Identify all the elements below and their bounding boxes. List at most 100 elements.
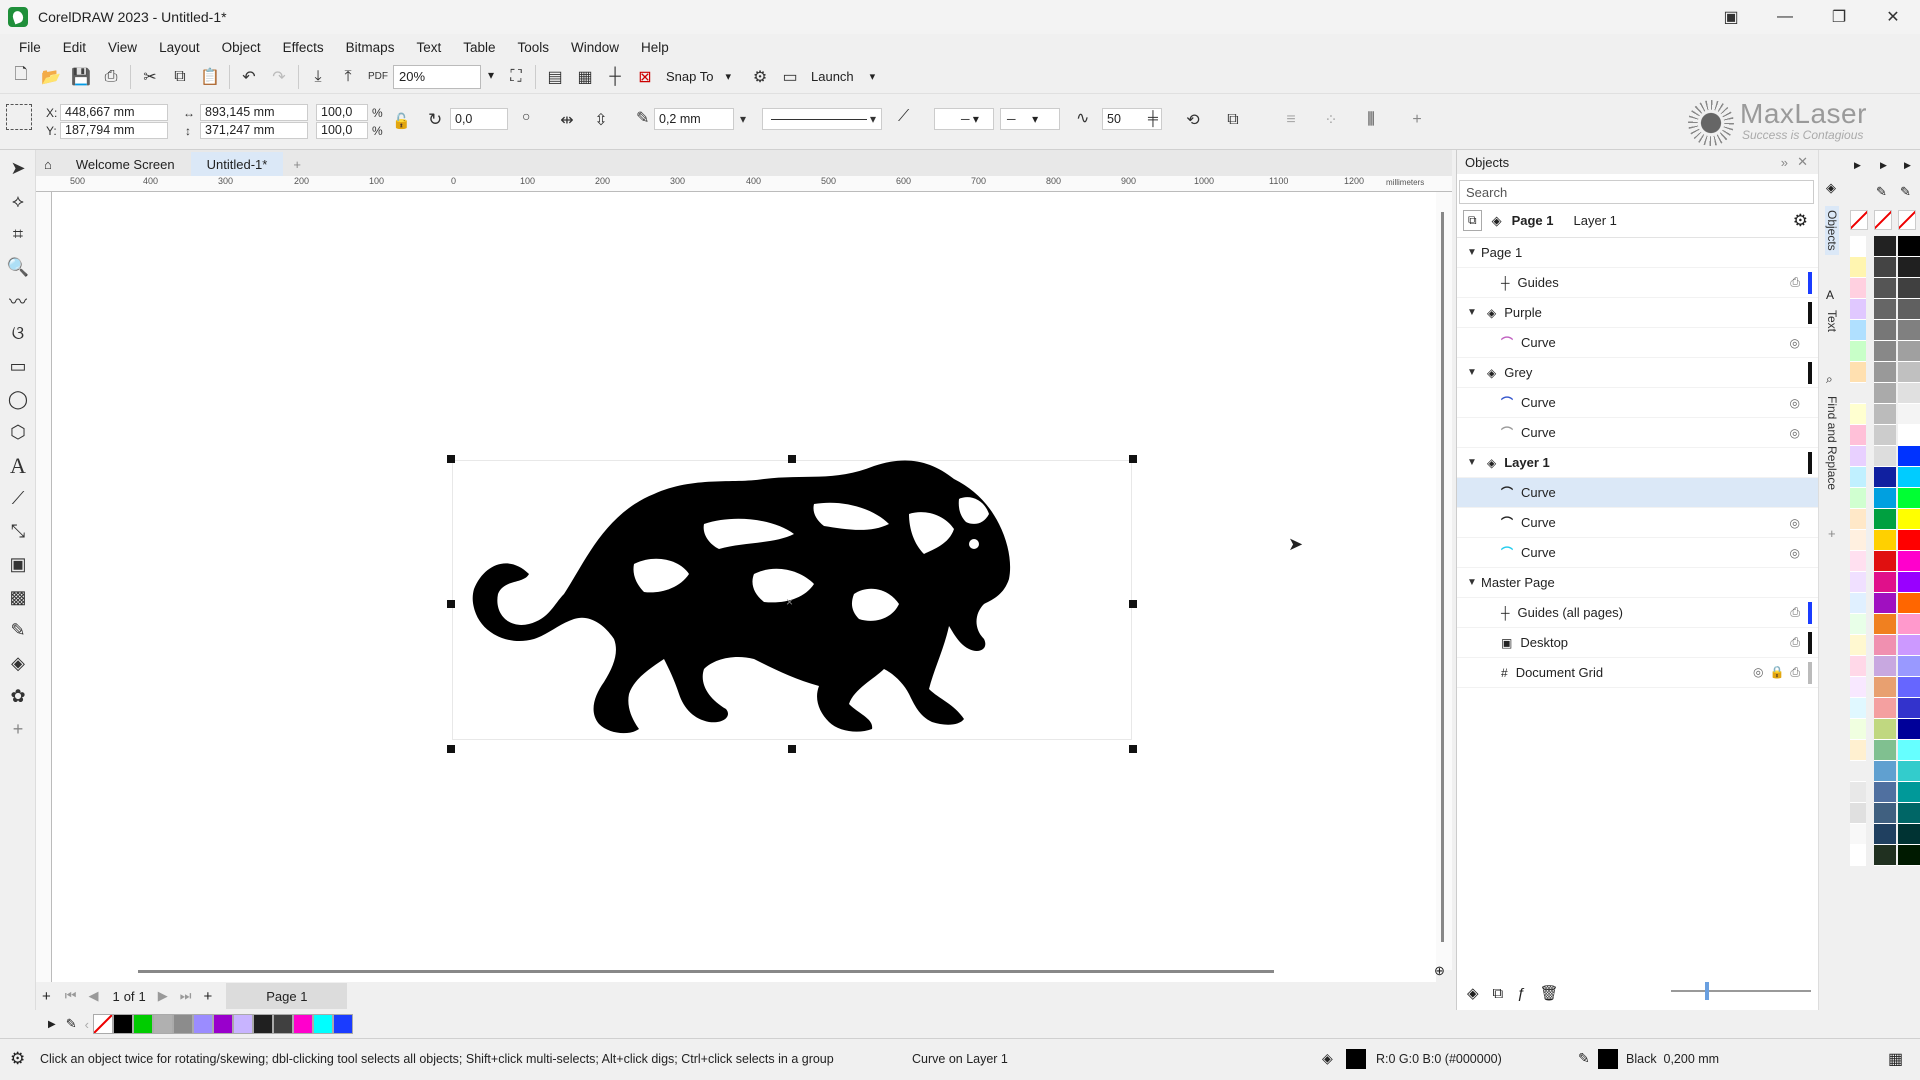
horizontal-scrollbar[interactable]	[52, 962, 1436, 982]
palette-swatch[interactable]	[1898, 572, 1920, 593]
palette-swatch[interactable]	[1898, 593, 1920, 614]
palette-swatch[interactable]	[1874, 761, 1896, 782]
interactive-fill-icon[interactable]: ◈	[0, 647, 36, 680]
no-color-swatch[interactable]	[1898, 210, 1916, 230]
palette-swatch[interactable]	[1850, 845, 1866, 866]
tab-text[interactable]: Text	[1825, 310, 1839, 332]
quick-trace-icon[interactable]: ⁘	[1316, 106, 1346, 134]
artistic-media-icon[interactable]: ଓ	[0, 317, 36, 350]
tab-objects[interactable]: Objects	[1825, 206, 1839, 255]
outline-eyedropper-icon[interactable]: ⟋	[898, 108, 909, 126]
tree-row-desktop[interactable]: ▣ Desktop ⎙	[1457, 628, 1818, 658]
visibility-eye-icon[interactable]: ◎	[1790, 546, 1800, 560]
tree-row-curve[interactable]: ⌒ Curve ◎	[1457, 328, 1818, 358]
snap-off-icon[interactable]: ⊠	[630, 63, 660, 91]
selection-handle[interactable]	[1129, 600, 1137, 608]
palette-swatch[interactable]	[1850, 236, 1866, 257]
selection-handle[interactable]	[788, 745, 796, 753]
visibility-eye-icon[interactable]: ◎	[1790, 336, 1800, 350]
palette-swatch[interactable]	[1874, 845, 1896, 866]
palette-swatch[interactable]	[1898, 467, 1920, 488]
palette-swatch[interactable]	[1850, 467, 1866, 488]
import-icon[interactable]: ⤓	[303, 63, 333, 91]
delete-icon[interactable]: 🗑	[1540, 984, 1559, 1002]
expand-caret-icon[interactable]: ▼	[1467, 247, 1481, 258]
palette-swatch[interactable]	[1850, 488, 1866, 509]
zoom-tool-icon[interactable]: 🔍	[0, 251, 36, 284]
palette-swatch[interactable]	[1874, 404, 1896, 425]
printable-icon[interactable]: ⎙	[1790, 665, 1800, 680]
tree-row-guides[interactable]: ┼ Guides (all pages) ⎙	[1457, 598, 1818, 628]
palette-swatch[interactable]	[1850, 740, 1866, 761]
palette-swatch[interactable]	[1850, 677, 1866, 698]
printable-icon[interactable]: ⎙	[1790, 635, 1800, 650]
tab-welcome-screen[interactable]: Welcome Screen	[60, 152, 191, 176]
palette-swatch[interactable]	[1850, 299, 1866, 320]
expand-caret-icon[interactable]: ▼	[1467, 367, 1481, 378]
tab-find-and-replace[interactable]: Find and Replace	[1825, 396, 1839, 490]
expand-caret-icon[interactable]: ▼	[1467, 307, 1481, 318]
smart-fill-icon[interactable]: ✿	[0, 680, 36, 713]
cut-icon[interactable]: ✂	[135, 63, 165, 91]
add-tool-icon[interactable]: +	[0, 713, 36, 746]
smoothing-slider-icon[interactable]: ╪	[1148, 110, 1158, 126]
new-master-layer-icon[interactable]: ⧉	[1493, 985, 1504, 1002]
palette-swatch[interactable]	[1850, 656, 1866, 677]
maximize-button[interactable]: ❐	[1812, 0, 1866, 34]
no-color-swatch[interactable]	[1850, 210, 1868, 230]
prev-page-icon[interactable]: ◀	[88, 988, 98, 1004]
add-page-before-icon[interactable]: +	[42, 988, 51, 1005]
palette-swatch[interactable]	[1874, 341, 1896, 362]
text-tab-icon[interactable]: A	[1826, 288, 1834, 302]
palette-arrow-icon[interactable]: ▶	[1880, 160, 1887, 171]
palette-swatch[interactable]	[1898, 362, 1920, 383]
crop-tool-icon[interactable]: ⌗	[0, 218, 36, 251]
end-arrowhead-dropdown[interactable]: ─ ▾	[1000, 108, 1060, 130]
palette-swatch[interactable]	[1874, 383, 1896, 404]
palette-swatch[interactable]	[1850, 446, 1866, 467]
polygon-tool-icon[interactable]: ⬡	[0, 416, 36, 449]
print-icon[interactable]: ⎙	[96, 63, 126, 91]
palette-swatch[interactable]	[292, 1014, 313, 1034]
align-distribute-icon[interactable]: ⫼	[1356, 106, 1386, 134]
horizontal-scroll-thumb[interactable]	[138, 970, 1274, 973]
palette-swatch[interactable]	[1898, 698, 1920, 719]
start-arrowhead-dropdown[interactable]: ─ ▾	[934, 108, 994, 130]
menu-bitmaps[interactable]: Bitmaps	[335, 40, 406, 55]
palette-swatch[interactable]	[1850, 341, 1866, 362]
palette-swatch[interactable]	[1874, 614, 1896, 635]
palette-swatch[interactable]	[1850, 383, 1866, 404]
expand-caret-icon[interactable]: ▼	[1467, 577, 1481, 588]
vertical-scroll-thumb[interactable]	[1441, 212, 1444, 942]
menu-object[interactable]: Object	[211, 40, 272, 55]
menu-table[interactable]: Table	[452, 40, 506, 55]
tree-row-layer[interactable]: ▼ ◈ Purple	[1457, 298, 1818, 328]
transparency-tool-icon[interactable]: ▩	[0, 581, 36, 614]
palette-swatch[interactable]	[1850, 593, 1866, 614]
palette-swatch[interactable]	[272, 1014, 293, 1034]
outline-swatch[interactable]	[1598, 1049, 1618, 1069]
new-tab-icon[interactable]: +	[283, 152, 311, 176]
menu-text[interactable]: Text	[405, 40, 452, 55]
width-field[interactable]: 893,145 mm	[200, 104, 308, 121]
status-gear-icon[interactable]: ⚙	[10, 1049, 25, 1069]
publish-pdf-icon[interactable]: PDF	[363, 63, 393, 91]
docker-collapse-icon[interactable]: »	[1781, 155, 1788, 170]
printable-icon[interactable]: ⎙	[1790, 275, 1800, 290]
palette-swatch[interactable]	[1874, 299, 1896, 320]
last-page-icon[interactable]: ⏭	[180, 988, 192, 1004]
palette-swatch[interactable]	[1874, 509, 1896, 530]
palette-swatch[interactable]	[1874, 824, 1896, 845]
palette-swatch[interactable]	[1850, 362, 1866, 383]
palette-swatch[interactable]	[1874, 551, 1896, 572]
palette-swatch[interactable]	[1850, 257, 1866, 278]
palette-swatch[interactable]	[1898, 824, 1920, 845]
palette-swatch[interactable]	[112, 1014, 133, 1034]
current-layer-label[interactable]: Layer 1	[1574, 213, 1617, 228]
tab-untitled-1[interactable]: Untitled-1*	[190, 152, 284, 176]
palette-swatch[interactable]	[192, 1014, 213, 1034]
menu-layout[interactable]: Layout	[148, 40, 211, 55]
zoom-navigator-icon[interactable]: ⊕	[1434, 963, 1445, 979]
redo-icon[interactable]: ↷	[264, 63, 294, 91]
rotation-field[interactable]: 0,0	[450, 108, 508, 130]
